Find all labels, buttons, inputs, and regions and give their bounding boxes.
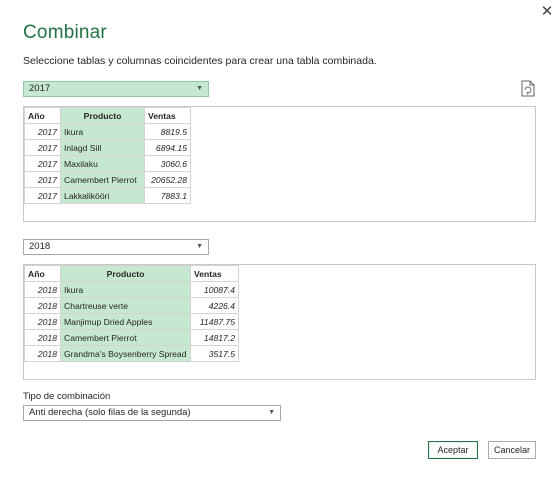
table1-dropdown-value: 2017 (29, 83, 51, 94)
cell-producto: Chartreuse verte (60, 297, 191, 314)
chevron-down-icon: ▼ (196, 243, 203, 250)
cell-ventas: 10087.4 (190, 281, 239, 298)
cell-producto: Ikura (60, 123, 145, 140)
cell-producto: Inlagd Sill (60, 139, 145, 156)
cell-ventas: 11487.75 (190, 313, 239, 330)
file-icon[interactable] (521, 80, 535, 97)
cell-ventas: 3060.6 (144, 155, 191, 172)
table-row: 2017 Lakkalikööri 7883.1 (24, 187, 191, 204)
dialog-subtitle: Seleccione tablas y columnas coincidente… (23, 55, 377, 67)
join-type-value: Anti derecha (solo filas de la segunda) (29, 407, 191, 418)
table-row: 2018 Grandma's Boysenberry Spread 3517.5 (24, 345, 239, 362)
table-row: 2018 Chartreuse verte 4226.4 (24, 297, 239, 314)
table-row: 2017 Inlagd Sill 6894.15 (24, 139, 191, 156)
column-header-ventas[interactable]: Ventas (190, 265, 239, 282)
table-row: 2017 Ikura 8819.5 (24, 123, 191, 140)
table2-preview: Año Producto Ventas 2018 Ikura 10087.4 2018… (23, 264, 536, 380)
cell-ventas: 4226.4 (190, 297, 239, 314)
column-header-ano[interactable]: Año (24, 265, 61, 282)
cell-ano: 2017 (24, 155, 61, 172)
table-row: 2018 Camembert Pierrot 14817.2 (24, 329, 239, 346)
cell-ventas: 7883.1 (144, 187, 191, 204)
cell-producto: Maxilaku (60, 155, 145, 172)
dialog-title: Combinar (23, 22, 107, 43)
cell-ano: 2018 (24, 313, 61, 330)
ok-button[interactable]: Aceptar (428, 441, 478, 459)
cell-producto: Lakkalikööri (60, 187, 145, 204)
table2-grid: Año Producto Ventas 2018 Ikura 10087.4 2018… (24, 265, 239, 362)
cell-ano: 2017 (24, 123, 61, 140)
table1-grid: Año Producto Ventas 2017 Ikura 8819.5 2017 I… (24, 107, 191, 204)
cell-ano: 2018 (24, 329, 61, 346)
cell-ano: 2018 (24, 281, 61, 298)
cell-producto: Manjimup Dried Apples (60, 313, 191, 330)
column-header-producto[interactable]: Producto (60, 265, 191, 282)
chevron-down-icon: ▼ (196, 85, 203, 92)
table1-preview: Año Producto Ventas 2017 Ikura 8819.5 2017 I… (23, 106, 536, 222)
cell-ventas: 6894.15 (144, 139, 191, 156)
table-row: 2017 Maxilaku 3060.6 (24, 155, 191, 172)
cell-producto: Grandma's Boysenberry Spread (60, 345, 191, 362)
cell-ano: 2017 (24, 187, 61, 204)
column-header-producto[interactable]: Producto (60, 107, 145, 124)
cell-ventas: 8819.5 (144, 123, 191, 140)
cell-ano: 2018 (24, 297, 61, 314)
table1-dropdown[interactable]: 2017 ▼ (23, 81, 209, 97)
join-type-label: Tipo de combinación (23, 391, 111, 402)
cell-ano: 2018 (24, 345, 61, 362)
cell-producto: Camembert Pierrot (60, 329, 191, 346)
join-type-dropdown[interactable]: Anti derecha (solo filas de la segunda) … (23, 405, 281, 421)
cell-ano: 2017 (24, 171, 61, 188)
column-header-ventas[interactable]: Ventas (144, 107, 191, 124)
cell-producto: Camembert Pierrot (60, 171, 145, 188)
table-row: 2017 Camembert Pierrot 20652.28 (24, 171, 191, 188)
table2-dropdown[interactable]: 2018 ▼ (23, 239, 209, 255)
table-row: 2018 Ikura 10087.4 (24, 281, 239, 298)
table-row: 2018 Manjimup Dried Apples 11487.75 (24, 313, 239, 330)
cell-ventas: 14817.2 (190, 329, 239, 346)
cell-ventas: 20652.28 (144, 171, 191, 188)
chevron-down-icon: ▼ (268, 409, 275, 416)
cancel-button[interactable]: Cancelar (488, 441, 536, 459)
close-icon[interactable]: ✕ (537, 3, 557, 21)
cell-ano: 2017 (24, 139, 61, 156)
column-header-ano[interactable]: Año (24, 107, 61, 124)
cell-producto: Ikura (60, 281, 191, 298)
cell-ventas: 3517.5 (190, 345, 239, 362)
table2-dropdown-value: 2018 (29, 241, 51, 252)
